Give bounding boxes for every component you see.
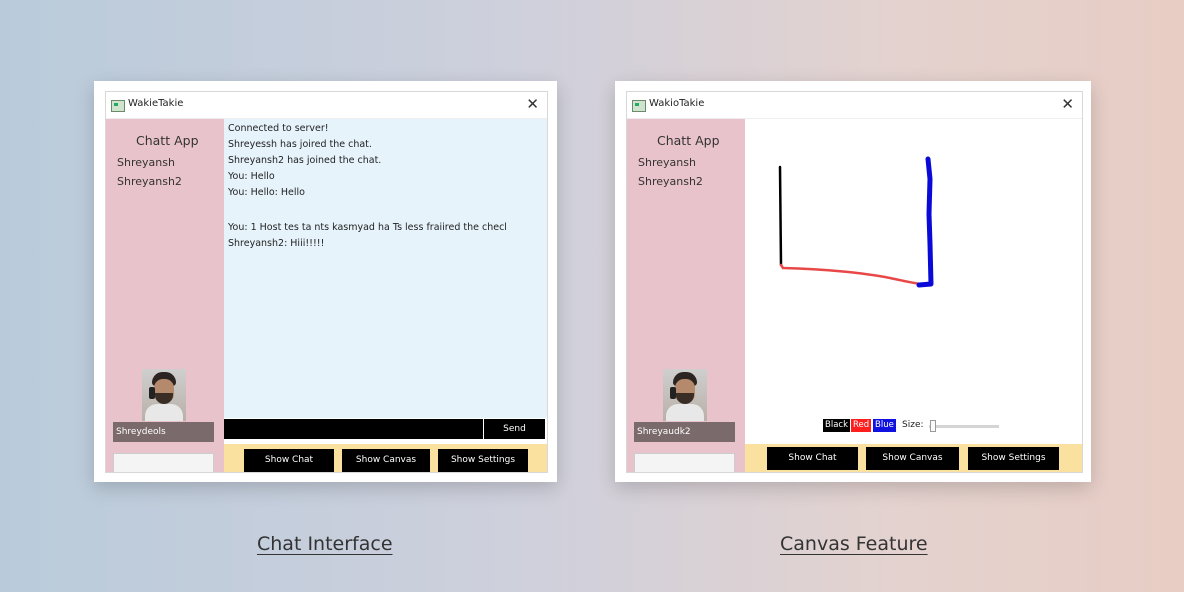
profile-name-label: Shreydeols [113,422,214,442]
canvas-window: WakioTakie ✕ Chatt App Shreyansh Shreyan… [626,91,1083,473]
user-list-item[interactable]: Shreyansh2 [117,175,182,188]
chat-message: You: Hello: Hello [228,187,305,198]
sidebar-button[interactable] [113,453,214,472]
size-label: Size: [902,420,924,430]
chat-message: Connected to server! [228,123,329,134]
size-slider-thumb[interactable] [930,420,936,432]
app-title: Chatt App [657,133,720,148]
sidebar: Chatt App Shreyansh Shreyansh2 Shreydeol… [106,119,224,472]
show-settings-button[interactable]: Show Settings [438,449,528,472]
avatar [142,369,186,421]
title-bar: WakioTakie ✕ [627,92,1082,119]
chat-message: Shreyessh has joired the chat. [228,139,372,150]
chat-message: You: 1 Host tes ta nts kasmyad ha Ts les… [228,222,507,233]
window-title: WakioTakie [649,98,705,109]
app-window-icon [111,100,125,112]
sidebar-button[interactable] [634,453,735,472]
canvas-screenshot-frame: WakioTakie ✕ Chatt App Shreyansh Shreyan… [615,81,1091,482]
avatar [663,369,707,421]
show-chat-button[interactable]: Show Chat [767,447,858,470]
show-settings-button[interactable]: Show Settings [968,447,1059,470]
title-bar: WakieTakie ✕ [106,92,547,119]
show-canvas-button[interactable]: Show Canvas [342,449,430,472]
close-icon[interactable]: ✕ [1061,95,1074,113]
chat-window: WakieTakie ✕ Chatt App Shreyansh Shreyan… [105,91,548,473]
chat-message: Shreyansh2: Hiii!!!!! [228,238,325,249]
chat-screenshot-frame: WakieTakie ✕ Chatt App Shreyansh Shreyan… [94,81,557,482]
size-slider-track[interactable] [929,425,999,428]
color-black-button[interactable]: Black [823,419,850,432]
message-input[interactable] [224,419,483,439]
send-button[interactable]: Send [484,419,545,439]
color-blue-button[interactable]: Blue [873,419,896,432]
sidebar: Chatt App Shreyansh Shreyansh2 Shreyaudk… [627,119,745,472]
canvas-feature-caption: Canvas Feature [780,533,928,555]
show-canvas-button[interactable]: Show Canvas [866,447,959,470]
chat-message: Shreyansh2 has joined the chat. [228,155,382,166]
drawing-strokes [778,156,934,288]
chat-messages-area: Connected to server! Shreyessh has joire… [224,119,547,418]
user-list-item[interactable]: Shreyansh [638,156,696,169]
user-list-item[interactable]: Shreyansh2 [638,175,703,188]
profile-name-label: Shreyaudk2 [634,422,735,442]
chat-message: You: Hello [228,171,275,182]
app-title: Chatt App [136,133,199,148]
close-icon[interactable]: ✕ [526,95,539,113]
color-red-button[interactable]: Red [851,419,872,432]
drawing-canvas[interactable]: Black Red Blue Size: [745,119,1082,444]
app-window-icon [632,100,646,112]
show-chat-button[interactable]: Show Chat [244,449,334,472]
user-list-item[interactable]: Shreyansh [117,156,175,169]
chat-interface-caption: Chat Interface [257,533,393,555]
window-title: WakieTakie [128,98,184,109]
